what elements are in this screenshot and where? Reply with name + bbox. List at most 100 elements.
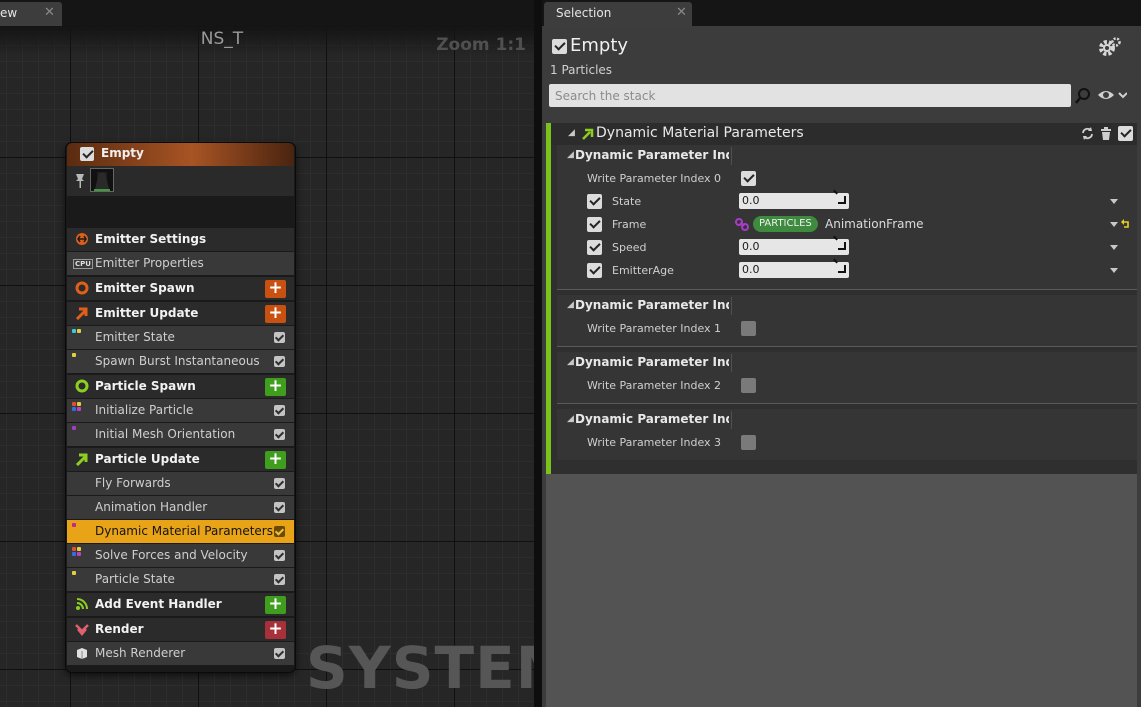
dropdown-arrow-icon[interactable]: [1110, 268, 1118, 273]
emitterage-value-field[interactable]: 0.0: [739, 262, 849, 278]
selection-title: Empty: [570, 35, 629, 56]
write-parameter-checkbox[interactable]: [741, 171, 756, 186]
add-emitter-spawn-button[interactable]: +: [265, 280, 286, 298]
gear-icon[interactable]: [1098, 36, 1122, 58]
module-enabled-checkbox[interactable]: [274, 550, 285, 561]
module-enabled-checkbox[interactable]: [274, 648, 285, 659]
section-title: Dynamic Parameter Index: [575, 412, 729, 426]
add-particle-spawn-button[interactable]: +: [265, 378, 286, 396]
column-separator[interactable]: [731, 297, 732, 315]
param-enable-checkbox[interactable]: [587, 240, 602, 255]
row-emitter-update[interactable]: Emitter Update +: [67, 302, 294, 325]
column-separator[interactable]: [731, 354, 732, 372]
row-fly-forwards[interactable]: Fly Forwards: [67, 472, 294, 495]
module-enabled-checkbox[interactable]: [274, 332, 285, 343]
eye-visibility-icon[interactable]: [1097, 86, 1127, 104]
row-label: Animation Handler: [95, 500, 208, 514]
section-header[interactable]: ◢ Dynamic Parameter Index: [557, 295, 1137, 317]
section-header[interactable]: ◢ Dynamic Parameter Index: [557, 145, 1137, 167]
collapse-triangle-icon[interactable]: ◢: [568, 128, 575, 138]
dropdown-arrow-icon[interactable]: [1110, 245, 1118, 250]
graph-canvas[interactable]: NS_T Zoom 1:1 SYSTEM Empty Emitter Setti…: [0, 26, 534, 707]
write-parameter-checkbox[interactable]: [741, 378, 756, 393]
row-animation-handler[interactable]: Animation Handler: [67, 496, 294, 519]
graph-tab-bar: ew ✕: [0, 0, 536, 26]
module-enabled-checkbox[interactable]: [274, 502, 285, 513]
write-parameter-checkbox[interactable]: [741, 435, 756, 450]
reset-to-default-icon[interactable]: [1121, 219, 1130, 229]
column-separator[interactable]: [731, 411, 732, 429]
emitter-thumbnail[interactable]: [90, 168, 114, 192]
emitter-enabled-checkbox[interactable]: [552, 39, 567, 54]
row-emitter-settings[interactable]: Emitter Settings: [67, 228, 294, 251]
field-value: 0.0: [742, 263, 760, 276]
emitter-update-icon: [75, 307, 88, 320]
row-mesh-renderer[interactable]: Mesh Renderer: [67, 642, 294, 665]
module-enabled-checkbox[interactable]: [274, 429, 285, 440]
param-label: Write Parameter Index 2: [587, 379, 722, 392]
module-stack: ◢ Dynamic Material Parameters ◢ Dynamic …: [546, 123, 1137, 474]
row-emitter-spawn[interactable]: Emitter Spawn +: [67, 277, 294, 300]
add-emitter-update-button[interactable]: +: [265, 305, 286, 323]
row-add-event-handler[interactable]: Add Event Handler +: [67, 593, 294, 616]
row-dynamic-material-parameters[interactable]: Dynamic Material Parameters: [67, 520, 294, 543]
section-title: Dynamic Parameter Index: [575, 148, 729, 162]
module-enabled-checkbox[interactable]: [274, 356, 285, 367]
add-particle-update-button[interactable]: +: [265, 451, 286, 469]
row-emitter-properties[interactable]: CPU Emitter Properties: [67, 252, 294, 275]
section-header[interactable]: ◢ Dynamic Parameter Index: [557, 352, 1137, 374]
graph-tab[interactable]: ew ✕: [0, 2, 62, 26]
stack-search-box[interactable]: [549, 84, 1090, 107]
column-separator[interactable]: [731, 147, 732, 165]
panel-splitter[interactable]: [534, 0, 542, 707]
dropdown-arrow-icon[interactable]: [1110, 199, 1118, 204]
add-render-button[interactable]: +: [265, 621, 286, 639]
row-render[interactable]: Render +: [67, 618, 294, 641]
row-emitter-state[interactable]: Emitter State: [67, 326, 294, 349]
collapse-triangle-icon[interactable]: ◢: [567, 300, 574, 310]
param-enable-checkbox[interactable]: [587, 194, 602, 209]
pin-icon[interactable]: [74, 173, 86, 189]
thumbnail-image-icon: [94, 172, 110, 191]
row-spawn-burst[interactable]: Spawn Burst Instantaneous: [67, 350, 294, 373]
row-particle-state[interactable]: Particle State: [67, 568, 294, 591]
graph-tab-close-icon[interactable]: ✕: [44, 2, 55, 24]
collapse-triangle-icon[interactable]: ◢: [567, 414, 574, 424]
section-header[interactable]: ◢ Dynamic Parameter Index: [557, 409, 1137, 431]
add-event-handler-button[interactable]: +: [265, 596, 286, 614]
module-enabled-checkbox[interactable]: [274, 574, 285, 585]
module-enabled-checkbox[interactable]: [274, 405, 285, 416]
write-parameter-checkbox[interactable]: [741, 321, 756, 336]
collapse-triangle-icon[interactable]: ◢: [567, 357, 574, 367]
collapse-triangle-icon[interactable]: ◢: [567, 150, 574, 160]
row-label: Particle State: [95, 572, 175, 586]
node-enabled-checkbox[interactable]: [80, 147, 94, 161]
selection-panel: Empty 1 Particles ◢ Dynamic Material Par…: [542, 26, 1141, 707]
module-enabled-checkbox[interactable]: [274, 478, 285, 489]
linked-parameter-name[interactable]: AnimationFrame: [825, 217, 924, 231]
tab-selection[interactable]: Selection ✕: [544, 2, 692, 26]
particles-namespace-badge[interactable]: PARTICLES: [753, 216, 818, 232]
param-label: Write Parameter Index 3: [587, 436, 722, 449]
emitter-node[interactable]: Empty Emitter Settings CPU Emitter Prope…: [66, 143, 295, 672]
param-enable-checkbox[interactable]: [587, 217, 602, 232]
row-solve-forces[interactable]: Solve Forces and Velocity: [67, 544, 294, 567]
row-initialize-particle[interactable]: Initialize Particle: [67, 399, 294, 422]
row-initial-mesh-orientation[interactable]: Initial Mesh Orientation: [67, 423, 294, 446]
row-particle-update[interactable]: Particle Update +: [67, 448, 294, 471]
search-icon[interactable]: [1074, 87, 1092, 105]
row-label: Emitter Settings: [95, 232, 207, 246]
dropdown-arrow-icon[interactable]: [1110, 222, 1118, 227]
row-particle-spawn[interactable]: Particle Spawn +: [67, 375, 294, 398]
param-enable-checkbox[interactable]: [587, 263, 602, 278]
speed-value-field[interactable]: 0.0: [739, 239, 849, 255]
module-header[interactable]: ◢ Dynamic Material Parameters: [551, 123, 1137, 145]
stack-search-input[interactable]: [549, 84, 1049, 107]
state-value-field[interactable]: 0.0: [739, 193, 849, 209]
node-header[interactable]: Empty: [67, 143, 294, 166]
tab-close-icon[interactable]: ✕: [676, 5, 687, 20]
refresh-icon[interactable]: [1081, 127, 1094, 140]
delete-icon[interactable]: [1100, 127, 1112, 140]
module-enabled-checkbox[interactable]: [1118, 126, 1133, 141]
module-enabled-checkbox[interactable]: [274, 526, 285, 537]
